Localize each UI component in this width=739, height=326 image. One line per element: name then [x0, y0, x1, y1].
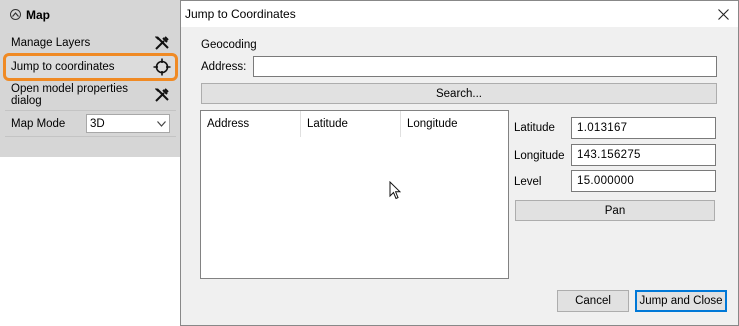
chevron-down-icon[interactable]	[153, 119, 169, 129]
collapse-icon[interactable]	[10, 9, 21, 20]
map-mode-label: Map Mode	[11, 117, 66, 130]
level-input[interactable]: 15.000000	[571, 170, 716, 192]
mouse-pointer-icon	[389, 180, 402, 203]
address-input[interactable]	[253, 56, 717, 77]
map-mode-value: 3D	[90, 117, 105, 130]
results-header: Address Latitude Longitude	[201, 111, 508, 137]
close-icon[interactable]	[708, 1, 738, 27]
cancel-button[interactable]: Cancel	[557, 290, 629, 312]
level-label: Level	[514, 176, 542, 188]
jump-and-close-button[interactable]: Jump and Close	[635, 290, 727, 312]
column-header-longitude[interactable]: Longitude	[401, 111, 501, 137]
jump-to-coordinates-label: Jump to coordinates	[11, 60, 115, 73]
column-header-latitude[interactable]: Latitude	[301, 111, 401, 137]
dialog-title: Jump to Coordinates	[185, 7, 296, 21]
map-mode-row: Map Mode 3D	[5, 111, 176, 137]
geocoding-group-label: Geocoding	[201, 39, 257, 51]
search-button[interactable]: Search...	[201, 83, 717, 104]
map-panel-header[interactable]: Map	[0, 0, 181, 29]
crosshair-icon[interactable]	[151, 56, 173, 78]
tools-icon[interactable]	[151, 84, 173, 106]
manage-layers-label: Manage Layers	[11, 36, 91, 49]
manage-layers-item[interactable]: Manage Layers	[5, 31, 176, 55]
map-panel-items: Manage Layers Jump to coordinates Open m…	[3, 31, 178, 137]
screen: Map Manage Layers Jump to coordinates Op…	[0, 0, 739, 326]
longitude-input[interactable]: 143.156275	[571, 144, 716, 166]
open-model-properties-item[interactable]: Open model properties dialog	[5, 79, 176, 111]
tools-icon[interactable]	[151, 32, 173, 54]
column-header-address[interactable]: Address	[201, 111, 301, 137]
dialog-titlebar[interactable]: Jump to Coordinates	[181, 1, 738, 27]
longitude-label: Longitude	[514, 150, 565, 162]
latitude-input[interactable]: 1.013167	[571, 117, 716, 139]
latitude-label: Latitude	[514, 122, 555, 134]
map-mode-select[interactable]: 3D	[86, 114, 170, 133]
address-label: Address:	[201, 61, 247, 73]
pan-button[interactable]: Pan	[515, 200, 715, 221]
jump-to-coordinates-dialog: Jump to Coordinates Geocoding Address: S…	[180, 0, 739, 326]
jump-to-coordinates-item[interactable]: Jump to coordinates	[3, 53, 178, 81]
open-model-properties-label: Open model properties dialog	[11, 82, 128, 107]
map-panel: Map Manage Layers Jump to coordinates Op…	[0, 0, 181, 157]
map-panel-title: Map	[26, 7, 50, 22]
geocoding-results-table[interactable]: Address Latitude Longitude	[200, 110, 509, 279]
